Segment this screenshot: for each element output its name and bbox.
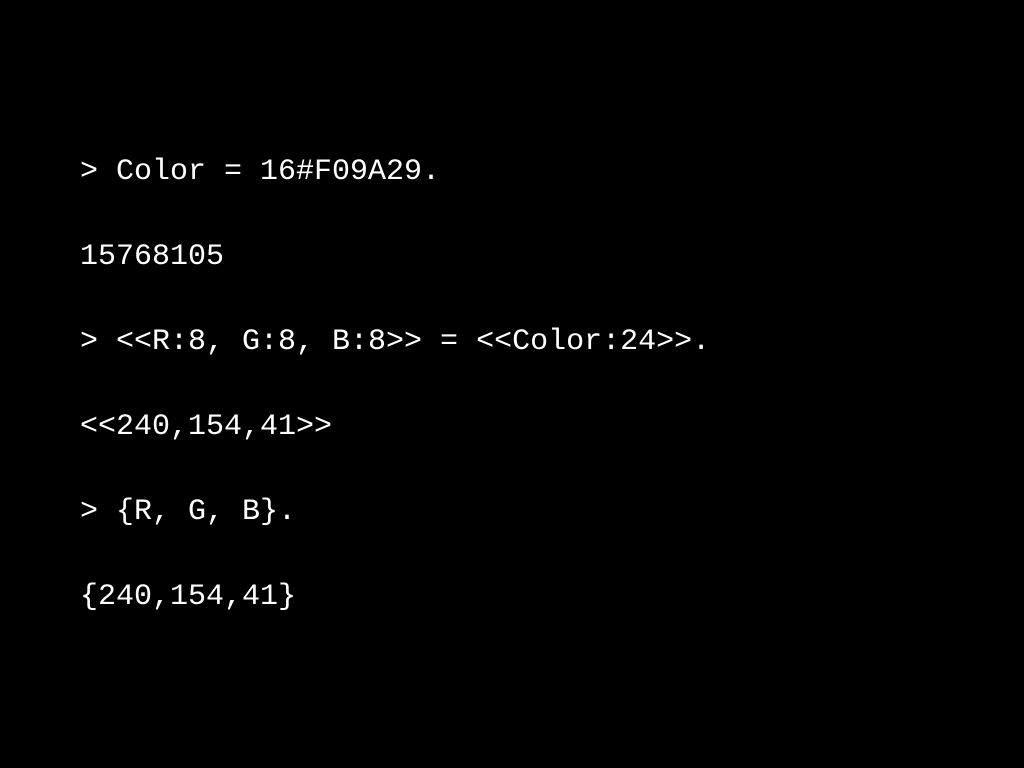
shell-screen: > Color = 16#F09A29. 15768105 > <<R:8, G… — [0, 0, 1024, 768]
command-line-1: > Color = 16#F09A29. — [80, 155, 441, 189]
output-line-3: {240,154,41} — [80, 580, 297, 614]
output-line-2: <<240,154,41>> — [80, 410, 333, 444]
command-line-3: > {R, G, B}. — [80, 495, 297, 529]
command-line-2: > <<R:8, G:8, B:8>> = <<Color:24>>. — [80, 325, 711, 359]
output-line-1: 15768105 — [80, 240, 225, 274]
